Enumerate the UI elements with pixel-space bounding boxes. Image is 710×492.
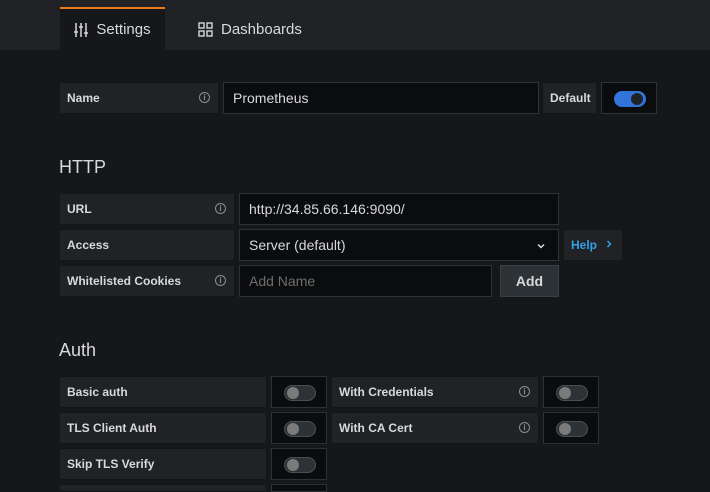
with-credentials-label: With Credentials i — [331, 376, 539, 408]
access-select[interactable]: Server (default) — [239, 229, 559, 261]
url-input[interactable]: http://34.85.66.146:9090/ — [239, 193, 559, 225]
basic-auth-toggle[interactable] — [284, 385, 316, 401]
tls-client-auth-label: TLS Client Auth — [59, 412, 267, 444]
with-ca-cert-toggle[interactable] — [556, 421, 588, 437]
access-label: Access — [59, 229, 235, 261]
tls-client-auth-toggle-box[interactable] — [271, 412, 327, 444]
name-label: Name i — [59, 82, 219, 114]
with-ca-cert-label-text: With CA Cert — [339, 421, 413, 435]
with-ca-cert-toggle-box[interactable] — [543, 412, 599, 444]
chevron-right-icon — [605, 238, 613, 252]
with-credentials-label-text: With Credentials — [339, 385, 434, 399]
info-icon[interactable]: i — [215, 275, 226, 286]
help-button[interactable]: Help — [563, 229, 623, 261]
default-label: Default — [542, 82, 597, 114]
tls-client-auth-toggle[interactable] — [284, 421, 316, 437]
info-icon[interactable]: i — [519, 386, 530, 397]
tab-dashboards[interactable]: Dashboards — [198, 9, 302, 50]
tab-settings-label: Settings — [96, 21, 151, 38]
info-icon[interactable]: i — [199, 92, 210, 103]
basic-auth-label: Basic auth — [59, 376, 267, 408]
cookies-label-text: Whitelisted Cookies — [67, 274, 182, 288]
grid-icon — [198, 22, 213, 37]
tab-bar: Settings Dashboards — [0, 0, 710, 50]
add-cookie-button[interactable]: Add — [500, 265, 559, 297]
skip-tls-verify-toggle[interactable] — [284, 457, 316, 473]
name-input[interactable]: Prometheus — [223, 82, 539, 114]
skip-tls-verify-label: Skip TLS Verify — [59, 448, 267, 480]
with-credentials-toggle[interactable] — [556, 385, 588, 401]
info-icon[interactable]: i — [215, 203, 226, 214]
default-toggle[interactable] — [614, 91, 646, 107]
http-section-title: HTTP — [59, 157, 106, 177]
tab-dashboards-label: Dashboards — [221, 21, 302, 38]
chevron-down-icon — [536, 238, 546, 254]
skip-tls-verify-toggle-box[interactable] — [271, 448, 327, 480]
sliders-icon — [74, 22, 89, 38]
access-select-value: Server (default) — [249, 237, 346, 253]
cookies-label: Whitelisted Cookies i — [59, 265, 235, 297]
default-toggle-box[interactable] — [601, 82, 657, 114]
basic-auth-toggle-box[interactable] — [271, 376, 327, 408]
help-label: Help — [571, 238, 598, 252]
with-credentials-toggle-box[interactable] — [543, 376, 599, 408]
info-icon[interactable]: i — [519, 422, 530, 433]
next-row-label — [59, 484, 267, 492]
url-label: URL i — [59, 193, 235, 225]
name-label-text: Name — [67, 91, 100, 105]
with-ca-cert-label: With CA Cert i — [331, 412, 539, 444]
url-label-text: URL — [67, 202, 92, 216]
tab-settings[interactable]: Settings — [60, 7, 165, 50]
auth-section-title: Auth — [59, 340, 97, 360]
next-row-toggle-box[interactable] — [271, 484, 327, 492]
cookies-input[interactable]: Add Name — [239, 265, 492, 297]
